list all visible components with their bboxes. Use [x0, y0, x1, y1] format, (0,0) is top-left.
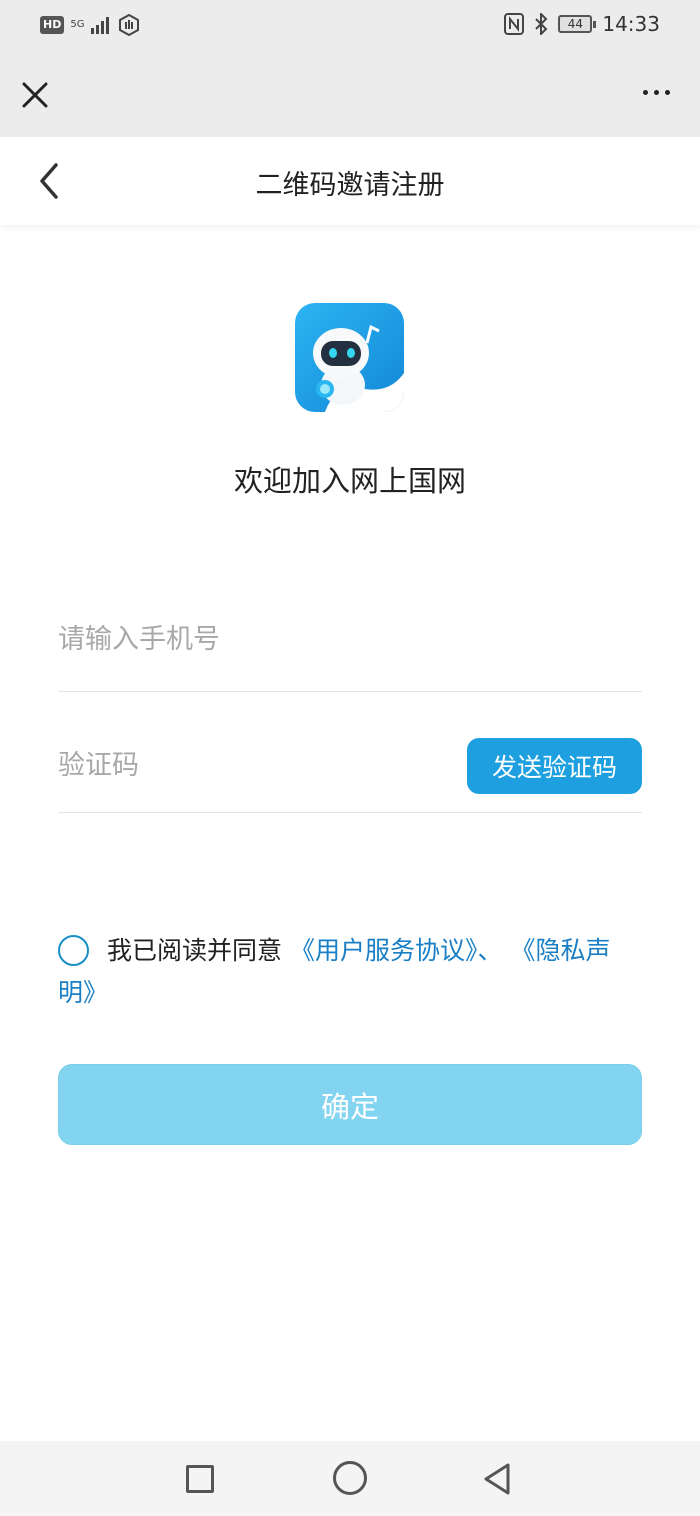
- nfc-icon: [504, 13, 525, 35]
- hd-badge: HD: [40, 16, 65, 34]
- status-bar: HD 5G 44 14:33: [0, 0, 700, 52]
- bluetooth-icon: [535, 13, 548, 35]
- agree-radio[interactable]: [58, 934, 89, 966]
- more-dot: [665, 90, 670, 95]
- more-dot: [654, 90, 659, 95]
- battery-level: 44: [567, 17, 583, 31]
- phone-input[interactable]: [58, 624, 438, 655]
- page-header: 二维码邀请注册: [0, 137, 700, 225]
- system-nav-bar: [0, 1441, 700, 1516]
- status-right: 44 14:33: [504, 12, 660, 36]
- user-agreement-link[interactable]: 《用户服务协议》: [290, 936, 478, 965]
- close-icon[interactable]: [18, 78, 52, 112]
- code-field-row: 发送验证码: [58, 738, 642, 813]
- system-back-icon[interactable]: [480, 1459, 514, 1499]
- agreement-row: 我已阅读并同意 《用户服务协议》、 《隐私声明》: [58, 930, 642, 1014]
- status-left: HD 5G: [40, 14, 140, 36]
- webview-toolbar: [0, 52, 700, 137]
- clock: 14:33: [602, 12, 660, 36]
- network-label: 5G: [70, 19, 85, 30]
- phone-field-row: [58, 620, 642, 692]
- agreement-separator: 、: [477, 936, 503, 965]
- confirm-button[interactable]: 确定: [58, 1064, 642, 1145]
- page-title: 二维码邀请注册: [255, 170, 445, 201]
- recents-icon[interactable]: [186, 1465, 214, 1493]
- hand-icon: [119, 14, 140, 36]
- battery-icon: 44: [558, 15, 597, 33]
- signal-icon: [91, 17, 110, 34]
- more-dot: [643, 90, 648, 95]
- send-code-button[interactable]: 发送验证码: [467, 738, 642, 794]
- agreement-prefix: 我已阅读并同意: [107, 936, 283, 965]
- home-icon[interactable]: [333, 1461, 367, 1495]
- app-logo: [295, 303, 404, 412]
- verification-code-input[interactable]: [58, 750, 438, 781]
- more-icon[interactable]: [643, 90, 670, 95]
- welcome-text: 欢迎加入网上国网: [233, 464, 466, 498]
